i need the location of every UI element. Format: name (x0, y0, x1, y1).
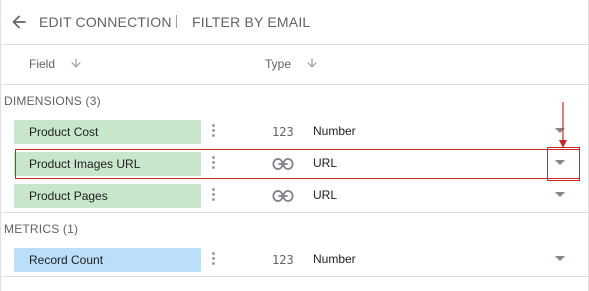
header-separator (176, 15, 177, 28)
bottom-divider (0, 276, 589, 277)
field-chip[interactable]: Product Pages (14, 184, 201, 208)
field-row: Product Cost 123 Number (0, 117, 589, 147)
filter-by-email-title: FILTER BY EMAIL (192, 14, 311, 30)
panel-header: EDIT CONNECTION FILTER BY EMAIL (0, 0, 589, 45)
field-column-header[interactable]: Field (29, 57, 55, 71)
more-vert-icon[interactable] (207, 186, 219, 206)
section-divider (0, 212, 589, 213)
edit-connection-link[interactable]: EDIT CONNECTION (39, 14, 172, 30)
type-label: URL (313, 188, 338, 202)
type-label: Number (313, 252, 356, 266)
more-vert-icon[interactable] (207, 122, 219, 142)
sort-arrow-down-icon[interactable] (305, 56, 319, 70)
chevron-down-icon[interactable] (555, 192, 565, 197)
type-column-header[interactable]: Type (265, 57, 291, 71)
highlight-box (15, 149, 580, 179)
chevron-down-icon[interactable] (555, 256, 565, 261)
sort-arrow-down-icon[interactable] (69, 56, 83, 70)
field-row: Record Count 123 Number (0, 245, 589, 275)
type-label: Number (313, 124, 356, 138)
number-type-icon: 123 (272, 253, 294, 267)
more-vert-icon[interactable] (207, 250, 219, 270)
annotation-arrow-icon (559, 102, 567, 148)
field-chip[interactable]: Product Cost (14, 120, 201, 144)
metrics-heading: METRICS (1) (4, 222, 79, 236)
field-chip[interactable]: Record Count (14, 248, 201, 272)
column-header-row: Field Type (0, 44, 589, 85)
link-icon (272, 190, 294, 202)
dimensions-heading: DIMENSIONS (3) (4, 94, 101, 108)
highlight-box (547, 147, 580, 181)
number-type-icon: 123 (272, 125, 294, 139)
field-row: Product Pages URL (0, 181, 589, 211)
arrow-left-icon[interactable] (9, 12, 29, 32)
